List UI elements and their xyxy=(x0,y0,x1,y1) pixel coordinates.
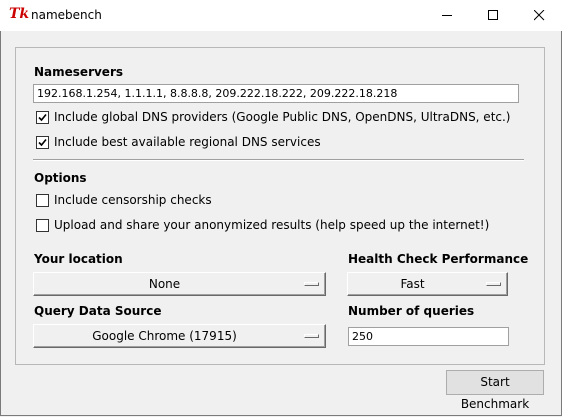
maximize-icon xyxy=(488,10,498,20)
location-label: Your location xyxy=(34,252,123,266)
close-icon xyxy=(534,10,545,21)
health-check-select[interactable]: Fast xyxy=(347,272,508,296)
option-menu-indicator-icon xyxy=(304,282,319,286)
section-divider xyxy=(33,159,524,161)
maximize-button[interactable] xyxy=(470,0,516,31)
app-icon: Tk xyxy=(9,6,30,22)
options-heading: Options xyxy=(34,171,87,185)
window-title: namebench xyxy=(31,8,102,22)
censorship-label: Include censorship checks xyxy=(54,193,212,207)
include-global-label: Include global DNS providers (Google Pub… xyxy=(54,110,511,124)
location-select[interactable]: None xyxy=(33,272,326,296)
query-source-select[interactable]: Google Chrome (17915) xyxy=(33,324,326,348)
num-queries-input[interactable]: 250 xyxy=(348,327,509,346)
censorship-checkbox[interactable] xyxy=(36,194,49,207)
query-source-label: Query Data Source xyxy=(34,304,162,318)
num-queries-label: Number of queries xyxy=(348,304,475,318)
health-check-value: Fast xyxy=(400,277,425,291)
location-value: None xyxy=(148,277,181,291)
include-regional-checkbox[interactable] xyxy=(36,136,49,149)
option-menu-indicator-icon xyxy=(486,282,501,286)
checkmark-icon xyxy=(38,113,47,122)
health-check-label: Health Check Performance xyxy=(348,252,529,266)
start-benchmark-button[interactable]: Start Benchmark xyxy=(446,370,544,411)
minimize-button[interactable] xyxy=(424,0,470,31)
minimize-icon xyxy=(442,15,452,16)
nameservers-input[interactable]: 192.168.1.254, 1.1.1.1, 8.8.8.8, 209.222… xyxy=(33,84,519,103)
option-menu-indicator-icon xyxy=(304,334,319,338)
checkmark-icon xyxy=(38,138,47,147)
upload-checkbox[interactable] xyxy=(36,219,49,232)
title-bar: Tk namebench xyxy=(0,0,562,31)
upload-label: Upload and share your anonymized results… xyxy=(54,218,490,232)
include-global-checkbox[interactable] xyxy=(36,111,49,124)
close-button[interactable] xyxy=(516,0,562,31)
nameservers-heading: Nameservers xyxy=(34,65,124,79)
include-regional-label: Include best available regional DNS serv… xyxy=(54,135,321,149)
query-source-value: Google Chrome (17915) xyxy=(92,329,237,343)
